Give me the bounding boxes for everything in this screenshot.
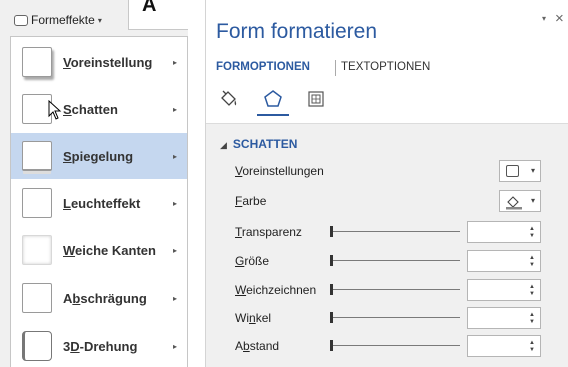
menu-item-label: Voreinstellung xyxy=(63,54,153,70)
soft-edges-thumbnail-icon xyxy=(22,235,52,265)
submenu-arrow-icon: ▸ xyxy=(172,245,177,255)
row-label: Größe xyxy=(235,254,270,268)
row-weichzeichnen: Weichzeichnen ▲ ▼ xyxy=(235,279,555,301)
row-farbe: Farbe ▾ xyxy=(235,190,555,212)
menu-item-label: Weiche Kanten xyxy=(63,242,156,258)
row-label: Abstand xyxy=(235,339,280,353)
row-label: Weichzeichnen xyxy=(235,283,317,297)
row-transparenz: Transparenz ▲ ▼ xyxy=(235,221,555,243)
form-formatieren-pane: Form formatieren ▾ × FORMOPTIONEN TEXTOP… xyxy=(205,0,568,367)
angle-slider-handle[interactable] xyxy=(330,312,333,323)
menu-item-label: Schatten xyxy=(63,101,118,117)
3d-rotation-thumbnail-icon xyxy=(22,331,52,361)
preset-square-icon xyxy=(506,165,519,177)
ribbon-next-control[interactable] xyxy=(128,0,188,30)
size-slider-track[interactable] xyxy=(330,260,460,261)
formeffekte-menu-area: A Formeffekte ▾ Voreinstellung ▸ Schatte… xyxy=(0,0,188,367)
menu-item-leuchteffekt[interactable]: Leuchteffekt ▸ xyxy=(11,180,187,226)
blur-slider-track[interactable] xyxy=(330,289,460,290)
submenu-arrow-icon: ▸ xyxy=(172,151,177,161)
size-spinbox[interactable]: ▲ ▼ xyxy=(467,250,541,272)
spin-down-icon[interactable]: ▼ xyxy=(529,233,535,239)
submenu-arrow-icon: ▸ xyxy=(172,341,177,351)
collapse-triangle-icon: ◢ xyxy=(220,140,227,150)
submenu-arrow-icon: ▸ xyxy=(172,57,177,67)
formeffekte-button[interactable]: Formeffekte ▾ xyxy=(10,9,108,31)
submenu-arrow-icon: ▸ xyxy=(172,198,177,208)
spin-down-icon[interactable]: ▼ xyxy=(529,347,535,353)
transparency-slider-handle[interactable] xyxy=(330,226,333,237)
angle-slider-track[interactable] xyxy=(330,317,460,318)
row-voreinstellungen: Voreinstellungen ▾ xyxy=(235,160,555,182)
transparency-slider-track[interactable] xyxy=(330,231,460,232)
submenu-arrow-icon: ▸ xyxy=(172,104,177,114)
pane-title: Form formatieren xyxy=(216,20,378,43)
shadow-preset-picker[interactable]: ▾ xyxy=(499,160,541,182)
preset-thumbnail-icon xyxy=(22,47,52,77)
row-groesse: Größe ▲ ▼ xyxy=(235,250,555,272)
blur-spinbox[interactable]: ▲ ▼ xyxy=(467,279,541,301)
row-abstand: Abstand ▲ ▼ xyxy=(235,335,555,357)
distance-slider-handle[interactable] xyxy=(330,340,333,351)
selected-tab-indicator xyxy=(257,114,289,116)
paint-bucket-icon xyxy=(506,196,522,210)
mouse-cursor-icon xyxy=(48,100,62,120)
chevron-down-icon: ▾ xyxy=(530,166,535,175)
menu-item-weiche-kanten[interactable]: Weiche Kanten ▸ xyxy=(11,227,187,273)
blur-slider-handle[interactable] xyxy=(330,284,333,295)
transparency-spinbox[interactable]: ▲ ▼ xyxy=(467,221,541,243)
pane-options-chevron-icon[interactable]: ▾ xyxy=(542,14,546,23)
tab-textoptionen[interactable]: TEXTOPTIONEN xyxy=(341,61,430,73)
spin-up-icon[interactable]: ▲ xyxy=(529,284,535,290)
effects-icon[interactable] xyxy=(262,88,284,110)
menu-item-label: 3D-Drehung xyxy=(63,338,138,354)
row-label: Transparenz xyxy=(235,225,302,239)
shape-icon xyxy=(14,14,28,26)
reflection-thumbnail-icon xyxy=(22,141,52,171)
menu-item-spiegelung[interactable]: Spiegelung ▸ xyxy=(11,133,187,179)
spin-up-icon[interactable]: ▲ xyxy=(529,226,535,232)
distance-slider-track[interactable] xyxy=(330,345,460,346)
size-slider-handle[interactable] xyxy=(330,255,333,266)
submenu-arrow-icon: ▸ xyxy=(172,293,177,303)
effects-dropdown: Voreinstellung ▸ Schatten ▸ Spiegelung ▸… xyxy=(10,36,188,367)
distance-spinbox[interactable]: ▲ ▼ xyxy=(467,335,541,357)
menu-item-3d-drehung[interactable]: 3D-Drehung ▸ xyxy=(11,323,187,367)
glow-thumbnail-icon xyxy=(22,188,52,218)
row-label: Farbe xyxy=(235,194,267,208)
row-label: Voreinstellungen xyxy=(235,164,324,178)
section-header-schatten[interactable]: ◢ SCHATTEN xyxy=(220,137,297,151)
menu-item-label: Abschrägung xyxy=(63,290,147,306)
menu-item-abschraegung[interactable]: Abschrägung ▸ xyxy=(11,275,187,321)
close-icon[interactable]: × xyxy=(555,10,564,27)
fill-line-icon[interactable] xyxy=(218,88,240,110)
tab-divider xyxy=(335,60,336,76)
chevron-down-icon: ▾ xyxy=(530,196,535,205)
chevron-down-icon: ▾ xyxy=(97,15,102,25)
formeffekte-label: Formeffekte xyxy=(31,13,95,27)
spin-up-icon[interactable]: ▲ xyxy=(529,312,535,318)
spin-up-icon[interactable]: ▲ xyxy=(529,255,535,261)
spin-up-icon[interactable]: ▲ xyxy=(529,340,535,346)
size-properties-icon[interactable] xyxy=(305,88,327,110)
menu-item-voreinstellung[interactable]: Voreinstellung ▸ xyxy=(11,39,187,85)
angle-spinbox[interactable]: ▲ ▼ xyxy=(467,307,541,329)
menu-item-label: Spiegelung xyxy=(63,148,134,164)
shadow-color-picker[interactable]: ▾ xyxy=(499,190,541,212)
spin-down-icon[interactable]: ▼ xyxy=(529,262,535,268)
ribbon-text-icon: A xyxy=(142,0,157,16)
menu-item-label: Leuchteffekt xyxy=(63,195,141,211)
tab-formoptionen[interactable]: FORMOPTIONEN xyxy=(216,61,310,73)
row-label: Winkel xyxy=(235,311,272,325)
bevel-thumbnail-icon xyxy=(22,283,52,313)
spin-down-icon[interactable]: ▼ xyxy=(529,291,535,297)
row-winkel: Winkel ▲ ▼ xyxy=(235,307,555,329)
spin-down-icon[interactable]: ▼ xyxy=(529,319,535,325)
menu-item-schatten[interactable]: Schatten ▸ xyxy=(11,86,187,132)
